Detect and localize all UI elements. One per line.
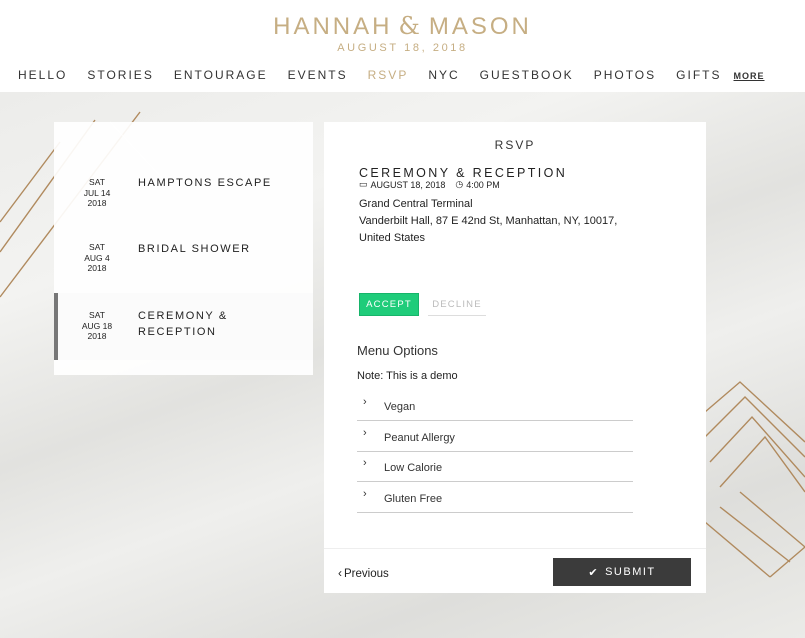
panel-title: RSVP	[494, 138, 536, 152]
event-meta: ▭ AUGUST 18, 2018 ◷ 4:00 PM	[359, 179, 500, 190]
event-dow: SAT	[89, 177, 105, 187]
check-icon: ✔	[588, 566, 600, 579]
menu-option-gluten-free[interactable]: › Gluten Free	[357, 483, 633, 513]
clock-icon: ◷	[455, 179, 464, 189]
nav-photos[interactable]: PHOTOS	[594, 68, 656, 82]
event-year: 2018	[87, 331, 107, 341]
event-day: AUG 18	[81, 320, 113, 331]
event-year: 2018	[87, 263, 107, 273]
address-line1: Vanderbilt Hall, 87 E 42nd St, Manhattan…	[359, 215, 618, 227]
event-dow: SAT	[89, 242, 105, 252]
event-item-ceremony[interactable]: SAT AUG 18 2018 CEREMONY & RECEPTION	[54, 293, 313, 360]
chevron-right-icon: ›	[363, 427, 367, 439]
chevron-right-icon: ›	[363, 488, 367, 500]
event-name-line1: CEREMONY &	[138, 310, 228, 322]
event-date: SAT AUG 18 2018	[74, 310, 120, 342]
submit-button[interactable]: ✔ SUBMIT	[553, 558, 691, 586]
menu-option-label: Peanut Allergy	[384, 432, 455, 444]
venue-name: Grand Central Terminal	[359, 198, 473, 210]
menu-option-vegan[interactable]: › Vegan	[357, 391, 633, 421]
event-title: CEREMONY & RECEPTION	[359, 166, 568, 180]
nav-entourage[interactable]: ENTOURAGE	[174, 68, 268, 82]
event-item-hamptons[interactable]: SAT JUL 14 2018 HAMPTONS ESCAPE	[54, 152, 313, 212]
address-line2: United States	[359, 232, 426, 244]
nav-rsvp[interactable]: RSVP	[368, 68, 409, 82]
chevron-left-icon: ‹	[338, 566, 342, 580]
event-time-text: 4:00 PM	[466, 179, 500, 190]
event-date-text: AUGUST 18, 2018	[370, 179, 446, 190]
calendar-icon: ▭	[359, 179, 368, 189]
menu-options-heading: Menu Options	[357, 343, 438, 358]
site-header: HANNAH & MASON AUGUST 18, 2018 HELLO STORI…	[0, 0, 805, 92]
accept-button[interactable]: ACCEPT	[359, 293, 419, 316]
nav-guestbook[interactable]: GUESTBOOK	[480, 68, 574, 82]
chevron-right-icon: ›	[363, 457, 367, 469]
brand-second-name: MASON	[428, 13, 532, 40]
menu-option-peanut-allergy[interactable]: › Peanut Allergy	[357, 422, 633, 452]
nav-nyc[interactable]: NYC	[428, 68, 459, 82]
rsvp-panel: RSVP CEREMONY & RECEPTION ▭ AUGUST 18, 2…	[324, 122, 706, 593]
brand-first-name: HANNAH	[273, 13, 393, 40]
submit-label: SUBMIT	[605, 566, 656, 578]
event-dow: SAT	[89, 310, 105, 320]
nav-gifts[interactable]: GIFTS	[676, 68, 721, 82]
previous-button[interactable]: ‹ Previous	[338, 566, 389, 580]
event-year: 2018	[87, 198, 107, 208]
previous-label: Previous	[344, 568, 389, 580]
main-nav: HELLO STORIES ENTOURAGE EVENTS RSVP NYC …	[18, 68, 785, 84]
decline-button[interactable]: DECLINE	[428, 293, 486, 316]
chevron-right-icon: ›	[363, 396, 367, 408]
nav-more[interactable]: MORE	[734, 71, 765, 81]
event-date: SAT JUL 14 2018	[74, 177, 120, 209]
site-logo[interactable]: HANNAH & MASON	[0, 12, 805, 41]
demo-note: Note: This is a demo	[357, 370, 458, 382]
event-day: JUL 14	[83, 187, 111, 198]
footer-divider	[324, 548, 706, 549]
nav-stories[interactable]: STORIES	[87, 68, 153, 82]
nav-hello[interactable]: HELLO	[18, 68, 67, 82]
event-day: AUG 4	[84, 252, 110, 263]
event-name: BRIDAL SHOWER	[138, 243, 251, 255]
event-name: CEREMONY & RECEPTION	[138, 308, 228, 340]
menu-option-low-calorie[interactable]: › Low Calorie	[357, 452, 633, 482]
event-address: Grand Central Terminal Vanderbilt Hall, …	[359, 196, 617, 247]
menu-option-label: Vegan	[384, 401, 416, 413]
brand-ampersand: &	[398, 12, 423, 40]
menu-option-label: Low Calorie	[384, 462, 443, 474]
event-item-bridal-shower[interactable]: SAT AUG 4 2018 BRIDAL SHOWER	[54, 219, 313, 279]
selected-indicator	[54, 293, 58, 360]
event-name-line2: RECEPTION	[138, 326, 217, 338]
nav-events[interactable]: EVENTS	[288, 68, 348, 82]
event-name: HAMPTONS ESCAPE	[138, 177, 272, 189]
menu-option-label: Gluten Free	[384, 493, 443, 505]
events-list: SAT JUL 14 2018 HAMPTONS ESCAPE SAT AUG …	[54, 122, 313, 375]
wedding-date: AUGUST 18, 2018	[337, 42, 468, 54]
event-date: SAT AUG 4 2018	[74, 242, 120, 274]
